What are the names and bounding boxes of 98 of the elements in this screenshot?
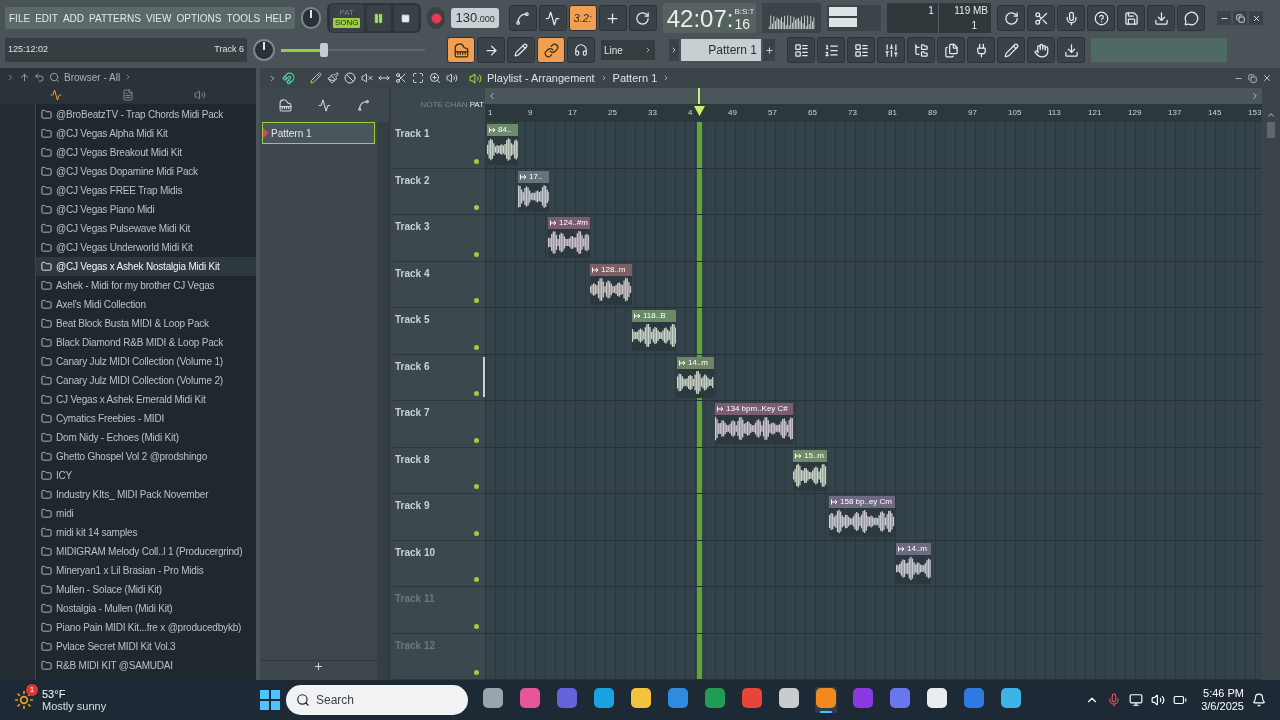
browser-item[interactable]: @CJ Vegas Underworld Midi Kit [36, 238, 256, 257]
browser-item[interactable]: Canary Julz MIDI Collection (Volume 1) [36, 352, 256, 371]
audio-clip[interactable]: 84.. [487, 124, 518, 165]
clip-label: 124..#m [559, 218, 588, 228]
browser-item[interactable]: Ashek - Midi for my brother CJ Vegas [36, 276, 256, 295]
notification-badge: 1 [26, 684, 38, 696]
browser-item[interactable]: @CJ Vegas x Ashek Nostalgia Midi Kit [36, 257, 256, 276]
ruler-label: 145 [1208, 108, 1222, 117]
browser-title: Browser - All [64, 70, 121, 85]
browser-item[interactable]: @CJ Vegas Piano Midi [36, 200, 256, 219]
ruler-label: 73 [848, 108, 857, 117]
playlist-title: Playlist - Arrangement [487, 70, 595, 86]
clock-date[interactable]: 3/6/2025 [1201, 700, 1244, 713]
clip-label: 84.. [498, 125, 512, 135]
browser-item[interactable]: Piano Pain MIDI Kit...fre x @producedbykb) [36, 618, 256, 637]
browser-item[interactable]: Mineryan1 x Lil Brasian - Pro Midis [36, 561, 256, 580]
ruler-label: 1 [488, 108, 493, 117]
clip-label: 158 bp..ey Cm [840, 497, 893, 507]
clip-label: 128..m [601, 264, 626, 275]
ruler-label: 65 [808, 108, 817, 117]
audio-clip[interactable]: 17.. [518, 170, 549, 212]
browser-item[interactable]: R&B MIDI KIT @SAMUDAI [36, 656, 256, 675]
pattern-field[interactable]: Pattern 1 [681, 39, 761, 61]
audio-clip[interactable]: 124..#m [548, 217, 590, 258]
browser-item[interactable]: Cymatics Freebies - MIDI [36, 409, 256, 428]
browser-item[interactable]: Canary Julz MIDI Collection (Volume 2) [36, 371, 256, 390]
clip-label: 14..m [907, 543, 927, 554]
menu-item[interactable]: PATTERNS [89, 10, 141, 26]
step-toggle-button[interactable]: 3.2: [568, 5, 597, 31]
browser-item[interactable]: Mullen - Solace (Midi Kit) [36, 580, 256, 599]
ruler-label: 121 [1088, 108, 1102, 117]
ruler-label: 4 [688, 108, 693, 117]
menu-item[interactable]: OPTIONS [176, 10, 222, 26]
ruler-label: 113 [1048, 108, 1061, 117]
search-field[interactable]: Search [286, 685, 468, 715]
ruler-label: 153 [1248, 108, 1262, 117]
ruler-label: 33 [648, 108, 657, 117]
clip-label: 134 bpm..Key C# [726, 404, 788, 414]
playlist-pattern: Pattern 1 [612, 70, 658, 86]
browser-item[interactable]: ICY [36, 466, 256, 485]
weather-temperature[interactable]: 53°F [42, 688, 107, 700]
ruler-label: 9 [528, 108, 533, 117]
browser-item[interactable]: Axel's Midi Collection [36, 295, 256, 314]
browser-item[interactable]: MIDIGRAM Melody Coll..l 1 (Producergrind) [36, 542, 256, 561]
menu-item[interactable]: HELP [265, 10, 292, 26]
browser-item[interactable]: @CJ Vegas FREE Trap Midis [36, 181, 256, 200]
clip-label: 15..m [804, 450, 824, 461]
ruler-label: 129 [1128, 108, 1142, 117]
memory-panel: 1 119 MB 1 [886, 3, 991, 33]
audio-clip[interactable]: 134 bpm..Key C# [715, 403, 793, 444]
menu-item[interactable]: TOOLS [226, 10, 261, 26]
browser-item[interactable]: CJ Vegas x Ashek Emerald Midi Kit [36, 390, 256, 409]
hint-position: 125:12:02 [8, 43, 49, 57]
ruler-label: 25 [608, 108, 617, 117]
column-label[interactable]: PAT [469, 100, 484, 110]
clip-label: 17.. [529, 171, 543, 182]
audio-clip[interactable]: 14..m [896, 542, 931, 584]
snap-dropdown[interactable]: Line [601, 40, 655, 60]
ruler-label: 49 [728, 108, 737, 117]
browser-item[interactable]: Dom Nidy - Echoes (Midi Kit) [36, 428, 256, 447]
audio-clip[interactable]: 158 bp..ey Cm [829, 496, 895, 537]
browser-item[interactable]: @CJ Vegas Alpha Midi Kit [36, 124, 256, 143]
browser-item[interactable]: midi kit 14 samples [36, 523, 256, 542]
browser-item[interactable]: midi [36, 504, 256, 523]
menu-item[interactable]: ADD [62, 10, 85, 26]
browser-item[interactable]: Pvlace Secret MIDI Kit Vol.3 [36, 637, 256, 656]
browser-item[interactable]: @BroBeatzTV - Trap Chords Midi Pack [36, 105, 256, 124]
tempo-field[interactable]: 130.000 [451, 8, 499, 28]
weather-condition[interactable]: Mostly sunny [42, 700, 107, 712]
menu-item[interactable]: VIEW [145, 10, 172, 26]
hint-target: Track 6 [214, 43, 244, 57]
ruler-label: 137 [1168, 108, 1182, 117]
ruler-label: 57 [768, 108, 777, 117]
pattern-item[interactable]: Pattern 1 [262, 122, 375, 144]
audio-clip[interactable]: 14..m [677, 356, 714, 398]
ruler-label: 81 [888, 108, 897, 117]
browser-item[interactable]: Nostalgia - Mullen (Midi Kit) [36, 599, 256, 618]
clip-label: 118..B [643, 311, 666, 321]
timeline-ruler[interactable]: 1 9 17 25 33 4 49 57 65 73 81 89 97 105 113 121 129 137 145 153 [485, 104, 1262, 122]
audio-clip[interactable]: 118..B [632, 310, 676, 351]
browser-item[interactable]: Beat Block Busta MIDI & Loop Pack [36, 314, 256, 333]
browser-item[interactable]: @CJ Vegas Dopamine Midi Pack [36, 162, 256, 181]
browser-item[interactable]: Industry KIts_ MIDI Pack November [36, 485, 256, 504]
browser-item[interactable]: Black Diamond R&B MIDI & Loop Pack [36, 333, 256, 352]
browser-item[interactable]: Ghetto Ghospel Vol 2 @prodshingo [36, 447, 256, 466]
clock-time[interactable]: 5:46 PM [1203, 687, 1244, 700]
audio-clip[interactable]: 128..m [590, 263, 632, 305]
ruler-label: 97 [968, 108, 977, 117]
pat-song-toggle[interactable]: PAT SONG [329, 4, 364, 32]
browser-item[interactable]: @CJ Vegas Pulsewave Midi Kit [36, 219, 256, 238]
menu-item[interactable]: FILE [9, 10, 31, 26]
menu-item[interactable]: EDIT [35, 10, 58, 26]
ruler-label: 17 [568, 108, 577, 117]
audio-clip[interactable]: 15..m [793, 449, 827, 491]
clip-label: 14..m [688, 357, 708, 368]
ruler-label: 89 [928, 108, 937, 117]
ruler-label: 105 [1008, 108, 1022, 117]
browser-item[interactable]: @CJ Vegas Breakout Midi Kit [36, 143, 256, 162]
